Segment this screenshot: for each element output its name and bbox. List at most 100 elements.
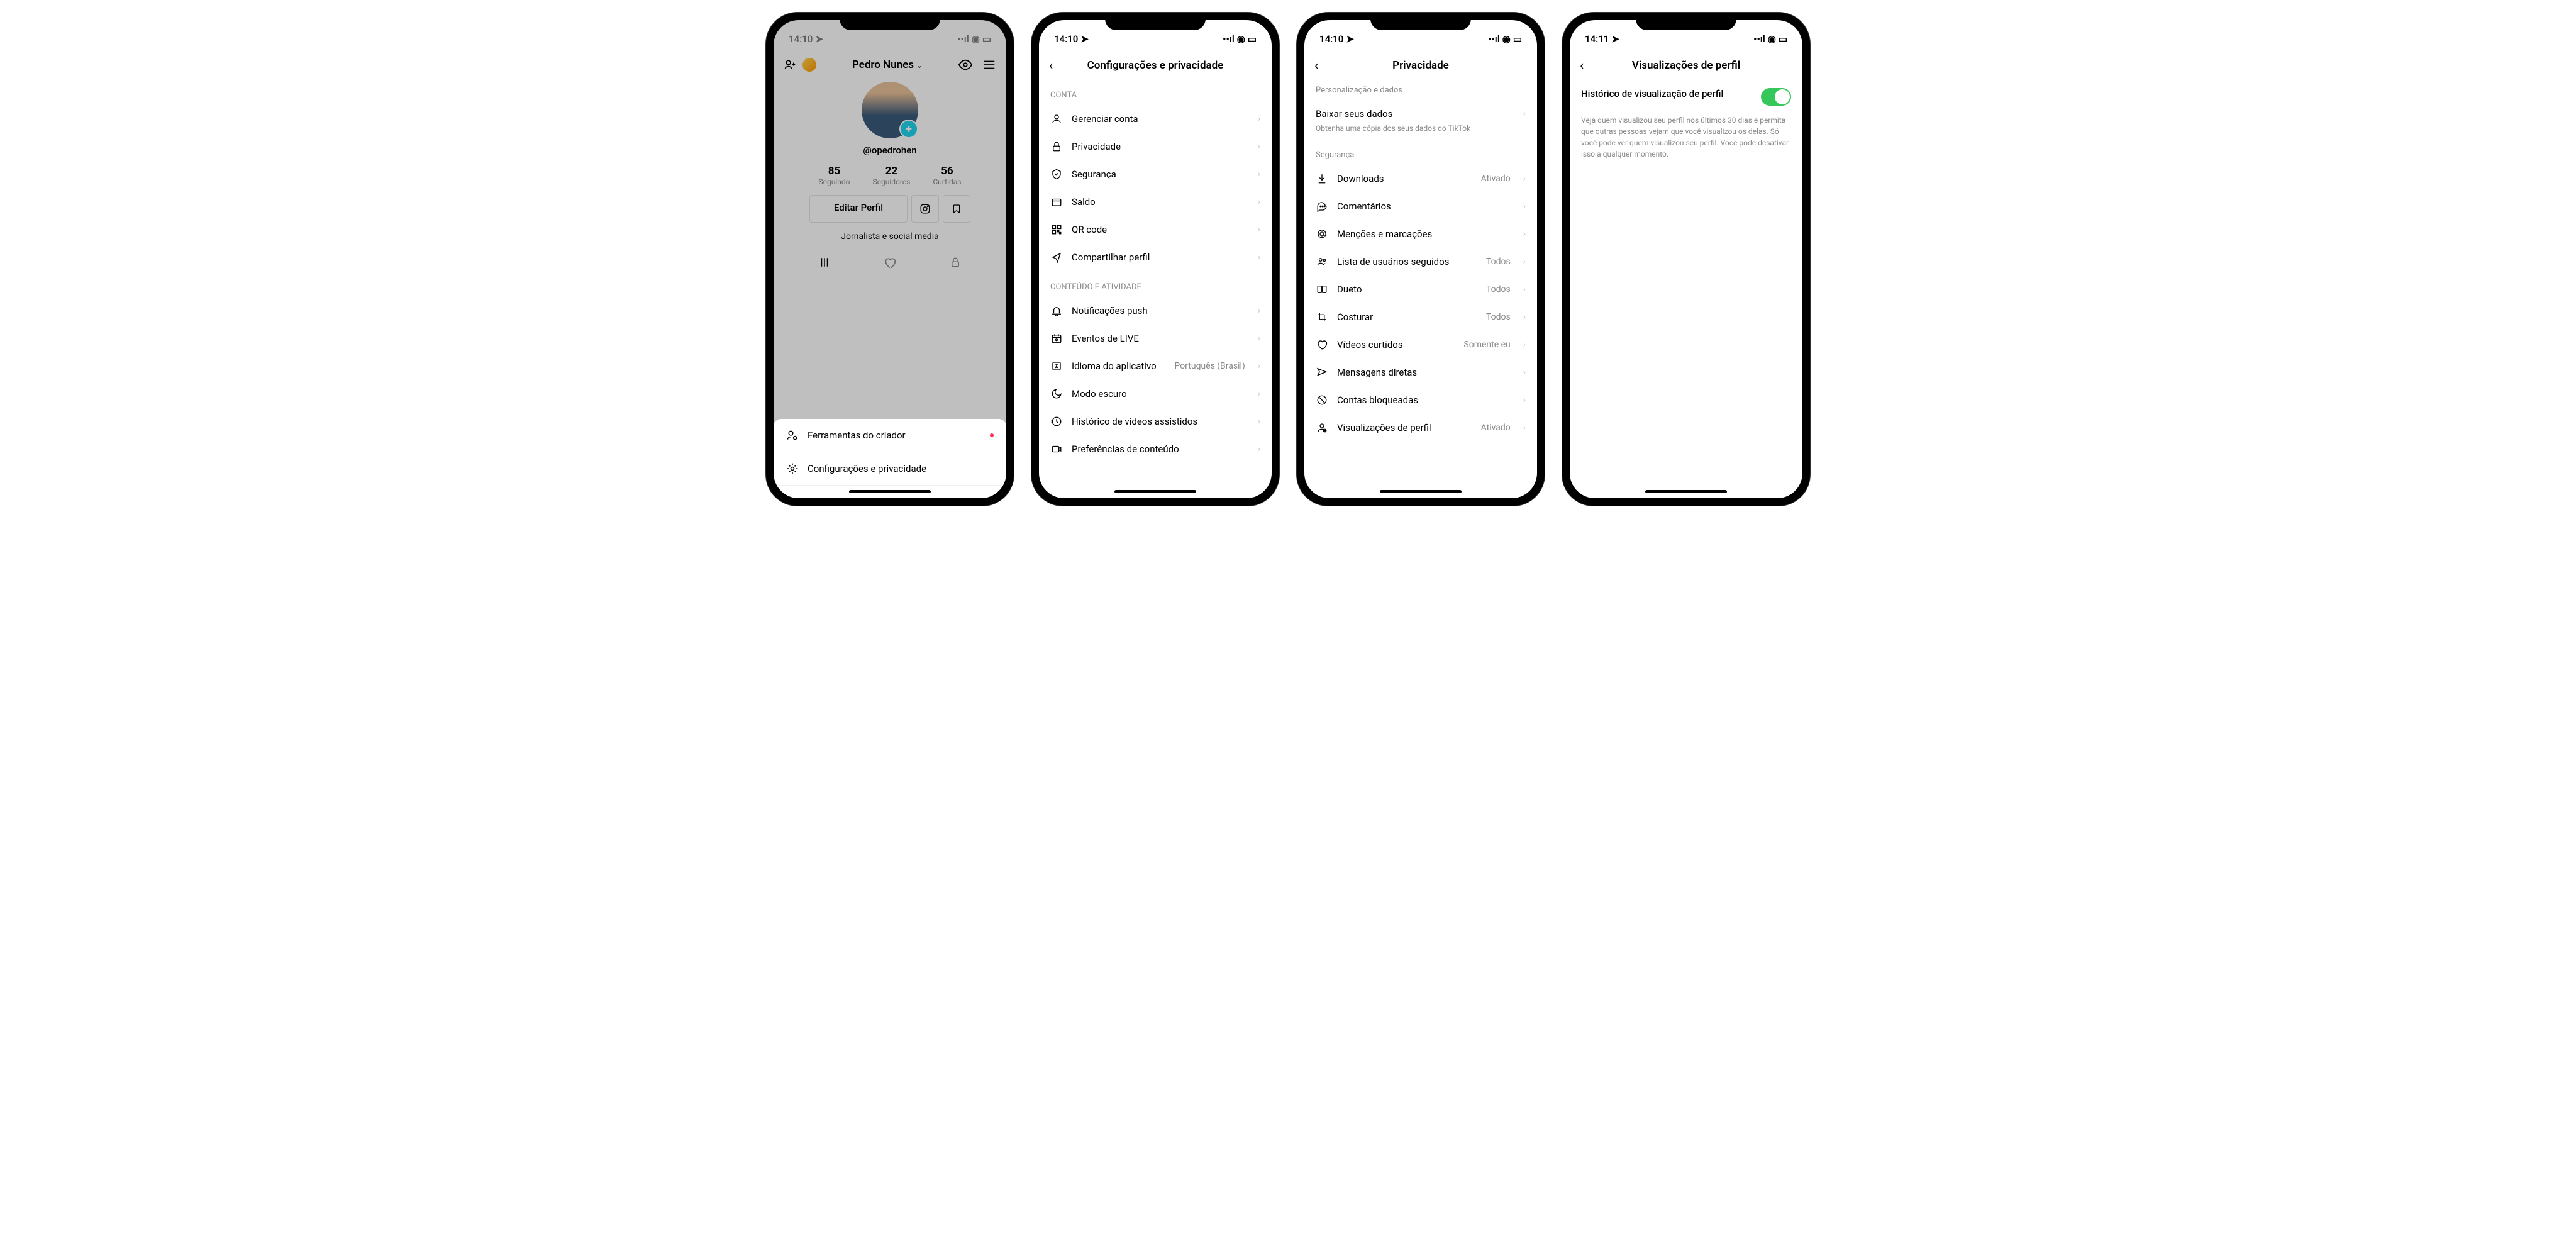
home-indicator[interactable]: [849, 490, 931, 493]
content-row-1[interactable]: Eventos de LIVE›: [1039, 325, 1272, 352]
chevron-right-icon: ›: [1258, 444, 1260, 454]
content-row-4[interactable]: Histórico de vídeos assistidos ›: [1039, 408, 1272, 435]
settings-row-5[interactable]: Compartilhar perfil›: [1039, 243, 1272, 271]
list-label: Visualizações de perfil: [1337, 422, 1472, 433]
privacy-row-9[interactable]: Visualizações de perfil Ativado ›: [1304, 414, 1537, 442]
list-label: Mensagens diretas: [1337, 367, 1514, 378]
chevron-right-icon: ›: [1258, 252, 1260, 262]
chevron-right-icon: ›: [1523, 201, 1526, 211]
list-value: Todos: [1486, 312, 1511, 322]
privacy-row-0[interactable]: DownloadsAtivado›: [1304, 165, 1537, 192]
privacy-row-2[interactable]: Menções e marcações›: [1304, 220, 1537, 248]
chevron-right-icon: ›: [1258, 169, 1260, 179]
privacy-row-3[interactable]: Lista de usuários seguidosTodos›: [1304, 248, 1537, 276]
section-conta: CONTA: [1039, 79, 1272, 105]
message-icon: [1316, 367, 1328, 378]
chevron-right-icon: ›: [1258, 114, 1260, 124]
video-icon: [1050, 443, 1063, 455]
content-row-5[interactable]: Preferências de conteúdo›: [1039, 435, 1272, 463]
content-row-3[interactable]: Modo escuro›: [1039, 380, 1272, 408]
privacy-row-7[interactable]: Mensagens diretas ›: [1304, 359, 1537, 386]
list-label: Vídeos curtidos: [1337, 339, 1455, 350]
download-data-row[interactable]: Baixar seus dados ›: [1304, 100, 1537, 128]
privacy-row-5[interactable]: CosturarTodos›: [1304, 303, 1537, 331]
list-value: Todos: [1486, 284, 1511, 294]
chevron-right-icon: ›: [1258, 361, 1260, 371]
bottom-sheet: Ferramentas do criador Configurações e p…: [774, 419, 1006, 498]
list-label: Segurança: [1072, 169, 1249, 180]
home-indicator[interactable]: [1380, 490, 1462, 493]
wifi-icon: ◉: [1237, 33, 1245, 45]
battery-icon: ▭: [1779, 33, 1787, 45]
list-label: Menções e marcações: [1337, 228, 1514, 240]
location-icon: ➤: [1611, 33, 1619, 45]
back-button[interactable]: ‹: [1049, 58, 1053, 74]
settings-row-1[interactable]: Privacidade›: [1039, 133, 1272, 160]
list-label: Histórico de vídeos assistidos: [1072, 416, 1249, 427]
page-title: Configurações e privacidade: [1087, 59, 1224, 72]
list-label: Notificações push: [1072, 305, 1249, 316]
back-button[interactable]: ‹: [1314, 58, 1319, 74]
time: 14:10: [1054, 33, 1078, 45]
list-label: Eventos de LIVE: [1072, 333, 1249, 344]
toggle-switch[interactable]: [1761, 88, 1791, 106]
location-icon: ➤: [1080, 33, 1089, 45]
privacy-row-8[interactable]: Contas bloqueadas›: [1304, 386, 1537, 414]
list-value: Ativado: [1481, 174, 1511, 184]
signal-icon: ••ıl: [1753, 33, 1765, 45]
chevron-right-icon: ›: [1258, 416, 1260, 426]
privacy-row-4[interactable]: DuetoTodos›: [1304, 276, 1537, 303]
sheet-settings-privacy[interactable]: Configurações e privacidade: [774, 452, 1006, 486]
section-security: Segurança: [1304, 139, 1537, 165]
location-icon: ➤: [1346, 33, 1354, 45]
list-label: Gerenciar conta: [1072, 113, 1249, 125]
home-indicator[interactable]: [1645, 490, 1727, 493]
battery-icon: ▭: [1513, 33, 1522, 45]
lang-icon: [1050, 360, 1063, 372]
chevron-right-icon: ›: [1258, 225, 1260, 235]
chevron-right-icon: ›: [1523, 367, 1526, 377]
stitch-icon: [1316, 311, 1328, 323]
settings-row-0[interactable]: Gerenciar conta ›: [1039, 105, 1272, 133]
back-button[interactable]: ‹: [1580, 58, 1584, 74]
content-row-0[interactable]: Notificações push›: [1039, 297, 1272, 325]
sheet-creator-tools[interactable]: Ferramentas do criador: [774, 419, 1006, 452]
list-label: Comentários: [1337, 201, 1514, 212]
section-personalization: Personalização e dados: [1304, 79, 1537, 100]
notch: [1370, 13, 1471, 30]
toggle-row: Histórico de visualização de perfil: [1570, 79, 1802, 114]
list-value: Ativado: [1481, 423, 1511, 433]
person-icon: [1050, 113, 1063, 125]
content-row-2[interactable]: Idioma do aplicativoPortuguês (Brasil)›: [1039, 352, 1272, 380]
phone-4: 14:11 ➤ ••ıl ◉ ▭ ‹ Visualizações de perf…: [1562, 13, 1810, 506]
chevron-right-icon: ›: [1523, 340, 1526, 350]
list-label: Downloads: [1337, 173, 1472, 184]
toggle-label: Histórico de visualização de perfil: [1581, 88, 1761, 99]
moon-icon: [1050, 388, 1063, 399]
phone-1: 14:10 ➤ ••ıl ◉ ▭ Pedro Nunes ⌄: [766, 13, 1014, 506]
time: 14:10: [1319, 33, 1343, 45]
download-label: Baixar seus dados: [1316, 108, 1514, 120]
settings-row-3[interactable]: Saldo›: [1039, 188, 1272, 216]
wifi-icon: ◉: [1768, 33, 1776, 45]
notch: [1636, 13, 1736, 30]
settings-row-2[interactable]: Segurança ›: [1039, 160, 1272, 188]
privacy-row-1[interactable]: Comentários ›: [1304, 192, 1537, 220]
chevron-right-icon: ›: [1258, 197, 1260, 207]
toggle-description: Veja quem visualizou seu perfil nos últi…: [1570, 114, 1802, 160]
list-value: Todos: [1486, 257, 1511, 267]
chevron-right-icon: ›: [1258, 142, 1260, 152]
page-title: Visualizações de perfil: [1632, 59, 1740, 72]
duet-icon: [1316, 284, 1328, 295]
blocked-icon: [1316, 394, 1328, 406]
chevron-right-icon: ›: [1523, 423, 1526, 433]
screen-2: 14:10 ➤ ••ıl ◉ ▭ ‹ Configurações e priva…: [1039, 20, 1272, 498]
settings-row-4[interactable]: QR code›: [1039, 216, 1272, 243]
section-conteudo: CONTEÚDO E ATIVIDADE: [1039, 271, 1272, 297]
privacy-row-6[interactable]: Vídeos curtidosSomente eu›: [1304, 331, 1537, 359]
screen-1: 14:10 ➤ ••ıl ◉ ▭ Pedro Nunes ⌄: [774, 20, 1006, 498]
list-label: Modo escuro: [1072, 388, 1249, 399]
users-icon: [1316, 256, 1328, 267]
chevron-right-icon: ›: [1523, 109, 1526, 119]
home-indicator[interactable]: [1114, 490, 1196, 493]
